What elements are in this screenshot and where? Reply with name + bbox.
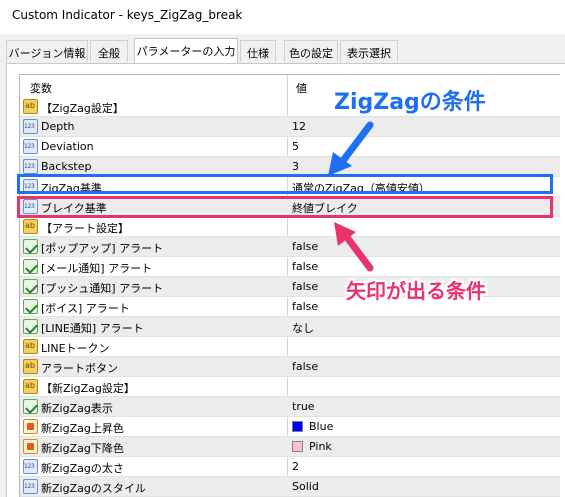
parameter-name: [LINE通知] アラート xyxy=(41,322,144,335)
color-type-icon xyxy=(23,419,38,434)
boolean-type-icon xyxy=(23,279,38,294)
parameter-row[interactable]: 【アラート設定】 xyxy=(20,217,560,237)
parameter-name: Backstep xyxy=(41,160,92,173)
tab-general[interactable]: 全般 xyxy=(90,40,128,62)
parameter-name: [ポップアップ] アラート xyxy=(41,242,164,255)
tab-spec[interactable]: 仕様 xyxy=(240,40,276,62)
parameter-value[interactable]: false xyxy=(292,240,318,253)
parameter-value[interactable]: 12 xyxy=(292,120,306,133)
parameter-row[interactable]: 新ZigZagの太さ 2 xyxy=(20,457,560,477)
parameter-name: 新ZigZag下降色 xyxy=(41,442,124,455)
break-basis-highlight xyxy=(17,196,553,218)
parameter-row[interactable]: [LINE通知] アラート なし xyxy=(20,317,560,337)
parameter-row[interactable]: Depth 12 xyxy=(20,117,560,137)
parameter-row[interactable]: 新ZigZagのスタイル Solid xyxy=(20,477,560,497)
parameter-row[interactable]: [ポップアップ] アラート false xyxy=(20,237,560,257)
tab-display-select[interactable]: 表示選択 xyxy=(340,40,398,62)
parameter-name: [ボイス] アラート xyxy=(41,302,130,315)
numeric-type-icon xyxy=(23,159,38,174)
boolean-type-icon xyxy=(23,239,38,254)
parameter-name: Depth xyxy=(41,120,75,133)
tab-parameters[interactable]: パラメーターの入力 xyxy=(134,38,238,63)
numeric-type-icon xyxy=(23,119,38,134)
parameter-name: 新ZigZag上昇色 xyxy=(41,422,124,435)
parameter-row[interactable]: 新ZigZag上昇色 Blue xyxy=(20,417,560,437)
string-type-icon xyxy=(23,379,38,394)
parameter-value[interactable]: false xyxy=(292,360,318,373)
parameter-row[interactable]: 新ZigZag表示 true xyxy=(20,397,560,417)
title-bar: Custom Indicator - keys_ZigZag_break xyxy=(0,0,565,34)
string-type-icon xyxy=(23,359,38,374)
header-variable[interactable]: 変数 xyxy=(30,80,52,96)
parameter-name: 新ZigZag表示 xyxy=(41,402,113,415)
zigzag-condition-callout: ZigZagの条件 xyxy=(334,90,486,115)
boolean-type-icon xyxy=(23,399,38,414)
zigzag-basis-highlight xyxy=(17,174,553,194)
boolean-type-icon xyxy=(23,319,38,334)
parameter-value[interactable]: 5 xyxy=(292,140,299,153)
parameter-name: 【アラート設定】 xyxy=(41,222,129,235)
boolean-type-icon xyxy=(23,259,38,274)
string-type-icon xyxy=(23,99,38,114)
color-type-icon xyxy=(23,439,38,454)
numeric-type-icon xyxy=(23,139,38,154)
parameter-value[interactable]: Solid xyxy=(292,480,319,493)
parameter-name: 【ZigZag設定】 xyxy=(41,102,124,115)
parameter-row[interactable]: 新ZigZag下降色 Pink xyxy=(20,437,560,457)
parameter-row[interactable]: Deviation 5 xyxy=(20,137,560,157)
numeric-type-icon xyxy=(23,479,38,494)
tab-color-settings[interactable]: 色の設定 xyxy=(284,40,338,62)
parameter-name: [プッシュ通知] アラート xyxy=(41,282,164,295)
parameter-name: [メール通知] アラート xyxy=(41,262,153,275)
parameter-value[interactable]: true xyxy=(292,400,315,413)
parameter-value[interactable]: Pink xyxy=(309,440,332,453)
tab-version-info[interactable]: バージョン情報 xyxy=(6,40,88,62)
parameter-row[interactable]: [メール通知] アラート false xyxy=(20,257,560,277)
parameter-value[interactable]: 2 xyxy=(292,460,299,473)
boolean-type-icon xyxy=(23,299,38,314)
parameter-row[interactable]: LINEトークン xyxy=(20,337,560,357)
parameter-value[interactable]: false xyxy=(292,300,318,313)
parameter-value[interactable]: 3 xyxy=(292,160,299,173)
parameter-name: 【新ZigZag設定】 xyxy=(41,382,135,395)
parameter-row[interactable]: アラートボタン false xyxy=(20,357,560,377)
parameter-value[interactable]: false xyxy=(292,260,318,273)
color-swatch[interactable] xyxy=(292,441,303,452)
parameter-name: Deviation xyxy=(41,140,94,153)
parameter-name: LINEトークン xyxy=(41,342,110,355)
string-type-icon xyxy=(23,219,38,234)
parameter-value[interactable]: Blue xyxy=(309,420,333,433)
header-value[interactable]: 値 xyxy=(296,80,307,96)
parameter-name: 新ZigZagの太さ xyxy=(41,462,124,475)
arrow-condition-callout: 矢印が出る条件 xyxy=(346,279,486,303)
parameter-value[interactable]: false xyxy=(292,280,318,293)
color-swatch[interactable] xyxy=(292,421,303,432)
parameter-name: 新ZigZagのスタイル xyxy=(41,482,146,495)
window-title: Custom Indicator - keys_ZigZag_break xyxy=(12,8,243,22)
parameter-row[interactable]: 【新ZigZag設定】 xyxy=(20,377,560,397)
parameter-name: アラートボタン xyxy=(41,362,118,375)
parameter-value[interactable]: なし xyxy=(292,320,314,336)
numeric-type-icon xyxy=(23,459,38,474)
string-type-icon xyxy=(23,339,38,354)
